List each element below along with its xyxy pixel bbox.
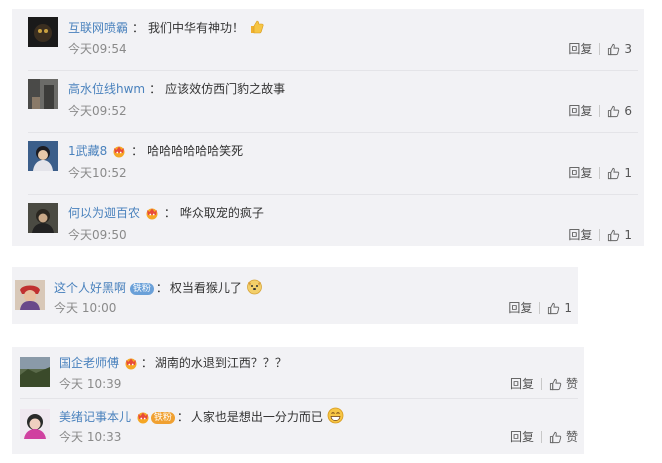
- member-crown-icon[interactable]: [123, 356, 139, 374]
- username[interactable]: 何以为迦百农: [68, 206, 140, 220]
- grin-face-emoji-icon: [327, 407, 344, 428]
- comment-item: 高水位线hwm ：应该效仿西门豹之故事 今天09:52 回复 6: [12, 71, 644, 133]
- fan-badge[interactable]: 铁粉: [150, 412, 175, 424]
- reply-button[interactable]: 回复: [510, 377, 534, 391]
- avatar[interactable]: [28, 79, 58, 109]
- reply-button[interactable]: 回复: [568, 104, 592, 118]
- comment-text: 湖南的水退到江西？？？: [154, 356, 287, 370]
- fan-badge[interactable]: 铁粉: [129, 283, 154, 295]
- thumbs-up-icon: [549, 431, 562, 443]
- like-count: 1: [624, 166, 632, 180]
- comment-time: 今天 10:39: [59, 377, 122, 391]
- comment-text: 我们中华有神功！: [148, 21, 245, 35]
- thumbs-up-icon: [608, 229, 620, 241]
- username[interactable]: 这个人好黑啊: [54, 281, 126, 295]
- avatar[interactable]: [20, 357, 50, 387]
- reply-button[interactable]: 回复: [568, 42, 592, 56]
- like-button[interactable]: 6: [607, 104, 632, 118]
- divider: [599, 167, 601, 179]
- comment-time: 今天09:50: [68, 228, 127, 242]
- colon: ：: [140, 356, 153, 370]
- comment-group-3: 国企老师傅 ：湖南的水退到江西？？？ 今天 10:39 回复 赞 美绪记事本儿 …: [12, 347, 584, 454]
- comment-item: 互联网喷霸 ：我们中华有神功！ 今天09:54 回复 3: [12, 9, 644, 71]
- colon: ：: [149, 82, 162, 96]
- reply-button[interactable]: 回复: [510, 430, 534, 444]
- divider: [539, 302, 541, 314]
- comment-text: 应该效仿西门豹之故事: [165, 82, 286, 96]
- member-crown-icon[interactable]: [144, 206, 160, 224]
- like-count: 1: [624, 228, 632, 242]
- comment-item: 这个人好黑啊 铁粉：权当看猴儿了 今天 10:00 回复 1: [12, 267, 578, 324]
- like-button[interactable]: 3: [607, 42, 632, 56]
- avatar[interactable]: [28, 141, 58, 171]
- reply-button[interactable]: 回复: [568, 228, 592, 242]
- avatar[interactable]: [28, 17, 58, 47]
- member-crown-icon[interactable]: [111, 144, 127, 162]
- comment-item: 1武藏8 ：哈哈哈哈哈哈笑死 今天10:52 回复 1: [12, 133, 644, 195]
- like-button[interactable]: 1: [547, 301, 572, 315]
- comment-time: 今天09:54: [68, 42, 127, 56]
- comment-text: 人家也是想出一分力而已: [190, 410, 323, 424]
- avatar[interactable]: [15, 280, 45, 310]
- dog-face-emoji-icon: [246, 278, 263, 299]
- colon: ：: [176, 410, 189, 424]
- username[interactable]: 美绪记事本儿: [59, 410, 131, 424]
- comment-group-2: 这个人好黑啊 铁粉：权当看猴儿了 今天 10:00 回复 1: [12, 267, 578, 324]
- like-count: 6: [624, 104, 632, 118]
- avatar[interactable]: [20, 409, 50, 439]
- comment-time: 今天10:52: [68, 166, 127, 180]
- divider: [599, 229, 601, 241]
- like-label: 赞: [565, 430, 578, 444]
- member-crown-icon[interactable]: [135, 410, 151, 428]
- comment-time: 今天09:52: [68, 104, 127, 118]
- reply-button[interactable]: 回复: [568, 166, 592, 180]
- colon: ：: [131, 144, 144, 158]
- username[interactable]: 高水位线hwm: [68, 82, 145, 96]
- comment-item: 国企老师傅 ：湖南的水退到江西？？？ 今天 10:39 回复 赞: [12, 347, 584, 399]
- thumbs-up-icon: [549, 378, 562, 390]
- thumbs-up-icon: [608, 105, 620, 117]
- avatar[interactable]: [28, 203, 58, 233]
- like-count: 1: [564, 301, 572, 315]
- colon: ：: [155, 281, 168, 295]
- comment-item: 何以为迦百农 ：哗众取宠的疯子 今天09:50 回复 1: [12, 195, 644, 246]
- colon: ：: [163, 206, 176, 220]
- comment-time: 今天 10:00: [54, 301, 117, 315]
- comment-text: 权当看猴儿了: [169, 281, 242, 295]
- username[interactable]: 国企老师傅: [59, 356, 119, 370]
- like-count: 3: [624, 42, 632, 56]
- divider: [599, 43, 601, 55]
- colon: ：: [132, 21, 145, 35]
- like-button[interactable]: 1: [607, 166, 632, 180]
- username[interactable]: 1武藏8: [68, 144, 107, 158]
- thumbs-up-icon: [548, 302, 560, 314]
- divider: [540, 431, 542, 443]
- thumbs-up-icon: [608, 43, 620, 55]
- divider: [540, 378, 542, 390]
- like-label: 赞: [565, 377, 578, 391]
- like-button[interactable]: 赞: [549, 377, 578, 391]
- thumbs-up-icon: [608, 167, 620, 179]
- like-button[interactable]: 1: [607, 228, 632, 242]
- reply-button[interactable]: 回复: [508, 301, 532, 315]
- divider: [599, 105, 601, 117]
- comment-time: 今天 10:33: [59, 430, 122, 444]
- username[interactable]: 互联网喷霸: [68, 21, 128, 35]
- like-button[interactable]: 赞: [549, 430, 578, 444]
- comment-text: 哗众取宠的疯子: [179, 206, 264, 220]
- comment-text: 哈哈哈哈哈哈笑死: [147, 144, 244, 158]
- comment-group-1: 互联网喷霸：我们中华有神功！ 今天09:54 回复 3 高水位线hwm：应该效仿…: [12, 9, 644, 246]
- thumbs-up-emoji-icon: [248, 19, 264, 39]
- comment-item: 美绪记事本儿 铁粉：人家也是想出一分力而已 今天 10:33 回复 赞: [12, 399, 584, 454]
